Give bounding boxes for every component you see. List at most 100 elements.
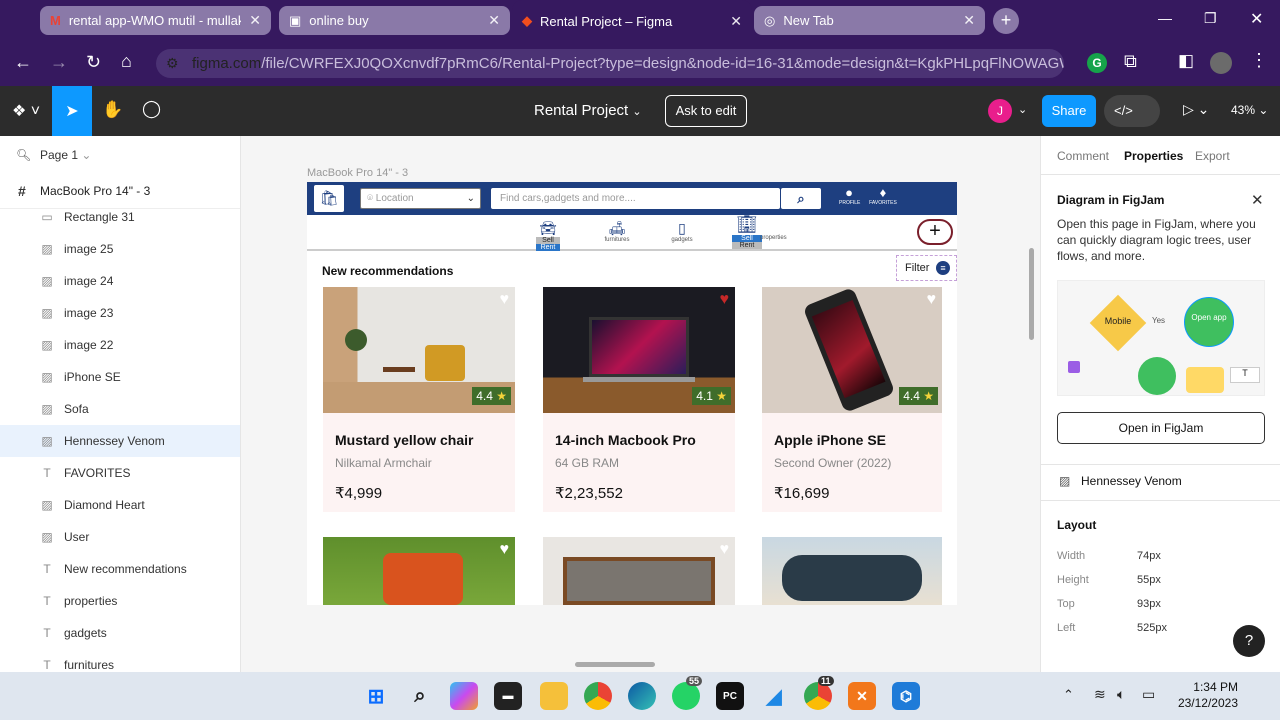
battery-icon[interactable]: ▭ <box>1142 686 1155 703</box>
copilot-icon[interactable] <box>450 682 478 710</box>
forward-icon[interactable]: → <box>50 52 68 73</box>
frame-label[interactable]: MacBook Pro 14" - 3 <box>307 167 408 179</box>
layer-item[interactable]: T New recommendations <box>0 553 240 585</box>
heart-icon[interactable]: ♥ <box>500 541 510 559</box>
windows-start-icon[interactable]: ⊞ <box>362 682 390 710</box>
search-icon[interactable]: ⌕ <box>781 188 821 209</box>
product-card[interactable]: ♥ 4.4 ★ Mustard yellow chair Nilkamal Ar… <box>323 287 515 512</box>
menu-kebab-icon[interactable]: ⋮ <box>1250 50 1268 71</box>
side-panel-icon[interactable]: ◧ <box>1178 51 1194 71</box>
layer-item[interactable]: Tproperties <box>0 585 240 617</box>
layer-item[interactable]: ▨ Hennessey Venom <box>0 425 240 457</box>
present-icon[interactable]: ▷ ⌄ <box>1183 101 1209 118</box>
whatsapp-icon[interactable]: 55 <box>672 676 703 710</box>
chrome-icon[interactable] <box>584 682 612 710</box>
pycharm-icon[interactable]: PC <box>716 682 744 710</box>
dev-mode-toggle[interactable]: </> <box>1104 95 1160 127</box>
reload-icon[interactable]: ↻ <box>86 52 101 73</box>
extensions-icon[interactable]: ⧉ <box>1124 51 1137 72</box>
sofa-image[interactable]: ♥ <box>543 537 735 605</box>
minimize-icon[interactable]: — <box>1158 10 1172 26</box>
layer-item[interactable]: ▨ image 23 <box>0 297 240 329</box>
heart-icon[interactable]: ♥ <box>720 541 730 559</box>
canvas[interactable]: MacBook Pro 14" - 3 🛍︎ ⌾ Location ⌄ Find … <box>241 136 1040 672</box>
product-card[interactable]: ♥ 4.1 ★ 14-inch Macbook Pro 64 GB RAM ₹2… <box>543 287 735 512</box>
layer-item[interactable]: ▨ Diamond Heart <box>0 489 240 521</box>
back-icon[interactable]: ← <box>14 52 32 73</box>
site-info-icon[interactable]: ⚙ <box>166 55 179 72</box>
layer-item[interactable]: ▨ iPhone SE <box>0 361 240 393</box>
sell-tag[interactable]: Sell <box>536 237 560 244</box>
hand-tool-icon[interactable]: ✋ <box>102 100 123 120</box>
vertical-scrollbar[interactable] <box>1029 248 1034 340</box>
layout-value[interactable]: 55px <box>1137 574 1161 586</box>
profile-link[interactable]: ● PROFILE <box>839 185 860 206</box>
close-icon[interactable]: ✕ <box>963 12 975 29</box>
file-explorer-icon[interactable] <box>540 682 568 710</box>
share-button[interactable]: Share <box>1042 95 1096 127</box>
search-icon[interactable]: ⌕ <box>406 682 434 710</box>
rent-tag[interactable]: Rent <box>732 242 762 249</box>
open-in-figjam-button[interactable]: Open in FigJam <box>1057 412 1265 444</box>
layer-item[interactable]: ▨ User <box>0 521 240 553</box>
close-icon[interactable]: ✕ <box>488 12 500 29</box>
page-selector[interactable]: Page 1 ⌄ <box>40 148 91 162</box>
restore-icon[interactable]: ❐ <box>1204 10 1217 27</box>
motorcycle-image[interactable] <box>762 537 942 605</box>
volume-icon[interactable]: 🔈︎ <box>1117 686 1125 703</box>
layer-item[interactable]: ▨ Sofa <box>0 393 240 425</box>
layer-item[interactable]: Tgadgets <box>0 617 240 649</box>
url-bar[interactable]: ⚙ figma.com/file/CWRFEXJ0QOXcnvdf7pRmC6/… <box>156 49 1064 78</box>
avatar[interactable] <box>1210 52 1232 74</box>
search-input[interactable]: Find cars,gadgets and more.... <box>491 188 780 209</box>
edge-icon[interactable] <box>628 682 656 710</box>
tray-overflow-icon[interactable]: ⌃ <box>1063 687 1074 703</box>
heart-icon[interactable]: ♥ <box>720 291 730 309</box>
category-furnitures[interactable]: 🛋︎ furnitures <box>601 220 633 243</box>
design-frame[interactable]: 🛍︎ ⌾ Location ⌄ Find cars,gadgets and mor… <box>307 182 957 605</box>
ask-to-edit-button[interactable]: Ask to edit <box>665 95 747 127</box>
layout-value[interactable]: 93px <box>1137 598 1161 610</box>
tab-new-tab[interactable]: ◎ New Tab ✕ <box>754 6 985 35</box>
layer-item[interactable]: ▨ image 24 <box>0 265 240 297</box>
layer-item[interactable]: ▨ image 25 <box>0 233 240 265</box>
tab-figma[interactable]: ◆ Rental Project – Figma ✕ <box>512 0 752 42</box>
close-icon[interactable]: ✕ <box>1251 191 1264 209</box>
favorites-link[interactable]: ♦ FAVORITES <box>868 185 898 206</box>
window-close-icon[interactable]: ✕ <box>1250 9 1263 29</box>
user-avatar[interactable]: J <box>988 99 1012 123</box>
dolphin-app-icon[interactable]: ◢ <box>760 682 788 710</box>
tab-properties[interactable]: Properties <box>1124 149 1183 163</box>
frame-layer[interactable]: MacBook Pro 14" - 3 <box>40 184 150 198</box>
horizontal-scrollbar[interactable] <box>575 662 655 667</box>
zoom-level[interactable]: 43% ⌄ <box>1231 103 1268 117</box>
tab-comment[interactable]: Comment <box>1057 149 1109 163</box>
search-icon[interactable]: 🔍︎ <box>16 148 31 162</box>
file-name[interactable]: Rental Project ⌄ <box>534 102 642 119</box>
rent-tag[interactable]: Rent <box>536 244 560 251</box>
layout-value[interactable]: 74px <box>1137 550 1161 562</box>
figma-menu-icon[interactable]: ❖ ˅ <box>12 101 40 121</box>
new-tab-button[interactable]: + <box>993 8 1019 34</box>
comment-tool-icon[interactable]: ◯ <box>142 99 161 119</box>
location-select[interactable]: ⌾ Location ⌄ <box>360 188 481 209</box>
chrome-profile-icon[interactable]: 11 <box>804 676 834 710</box>
tab-export[interactable]: Export <box>1195 149 1230 163</box>
layer-item[interactable]: ▨ image 22 <box>0 329 240 361</box>
sell-tag[interactable]: Sell <box>732 235 762 242</box>
terminal-icon[interactable]: ▬ <box>494 682 522 710</box>
vscode-icon[interactable]: ⌬ <box>892 682 920 710</box>
move-tool-icon[interactable]: ➤ <box>52 86 92 136</box>
xampp-icon[interactable]: ✕ <box>848 682 876 710</box>
tab-online-buy[interactable]: ▣ online buy ✕ <box>279 6 510 35</box>
grammarly-extension-icon[interactable]: G <box>1087 53 1107 73</box>
heart-icon[interactable]: ♥ <box>927 291 937 309</box>
layout-value[interactable]: 525px <box>1137 622 1167 634</box>
lawnmower-image[interactable]: ♥ <box>323 537 515 605</box>
layer-item[interactable]: Tfurnitures <box>0 649 240 672</box>
tab-rental-app[interactable]: M rental app-WMO mutil - mullak ✕ <box>40 6 271 35</box>
category-properties[interactable]: 🏢︎ Sell Rent properties <box>732 215 787 249</box>
home-icon[interactable]: ⌂ <box>121 51 132 72</box>
add-button[interactable]: + <box>917 219 953 245</box>
category-cars[interactable]: 🚘︎ Sell Rent <box>536 220 560 251</box>
